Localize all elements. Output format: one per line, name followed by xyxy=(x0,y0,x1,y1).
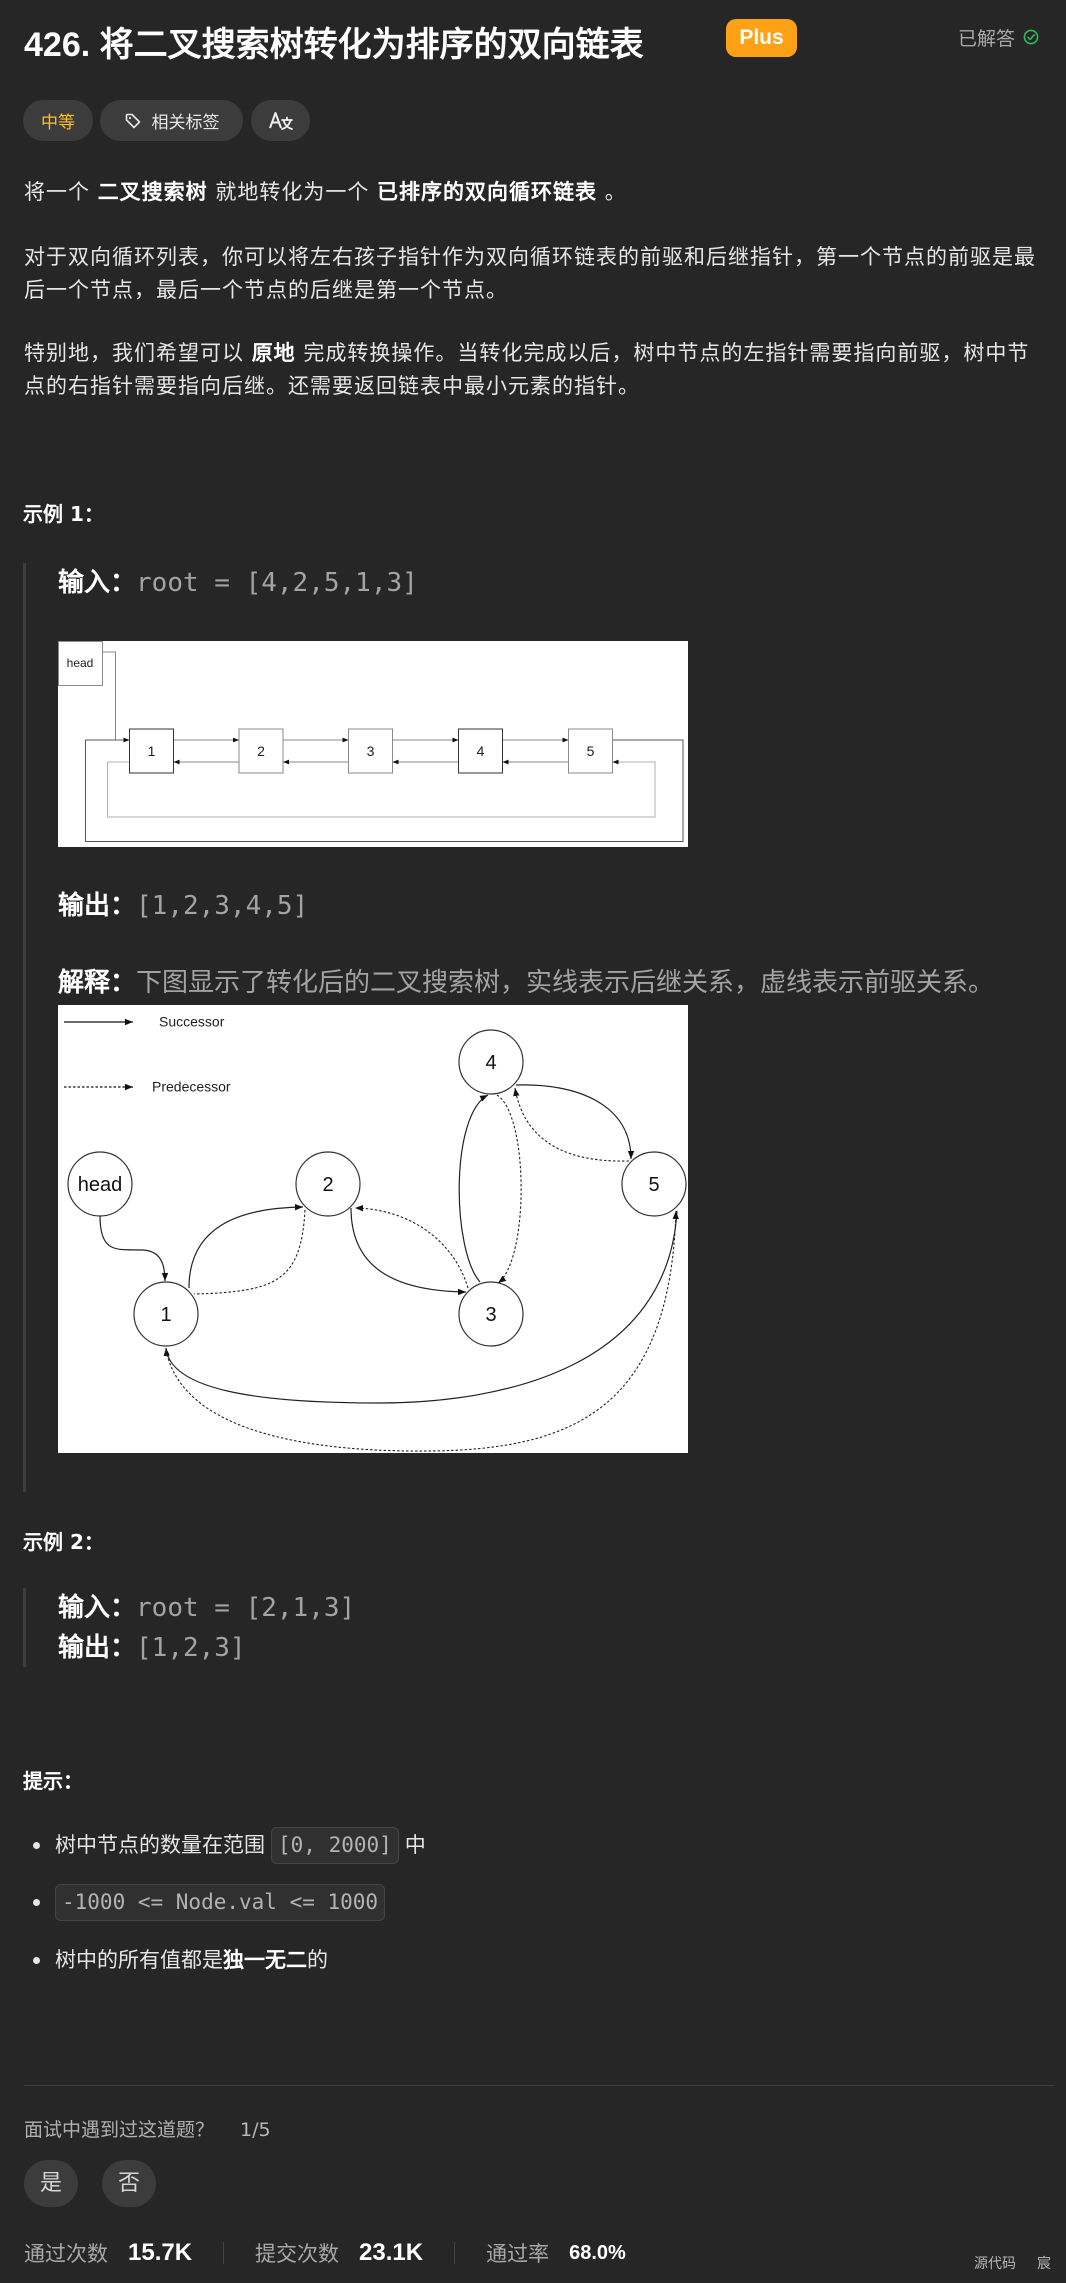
explanation-text: 下图显示了转化后的二叉搜索树，实线表示后继关系，虚线表示前驱关系。 xyxy=(136,968,995,998)
bullet xyxy=(33,1898,40,1906)
translate-icon xyxy=(268,110,294,132)
problem-number: 426. xyxy=(24,26,100,64)
no-button[interactable]: 否 xyxy=(102,2160,156,2207)
text-segment: 将一个 xyxy=(24,180,98,204)
example-1-input: 输入：root = [4,2,5,1,3] xyxy=(58,563,418,603)
list-node-label: 2 xyxy=(257,743,265,759)
list-node-label: 1 xyxy=(148,743,156,759)
constraint-item: -1000 <= Node.val <= 1000 xyxy=(24,1882,386,1922)
constraint-text: 树中节点的数量在范围 xyxy=(55,1833,265,1857)
list-node-label: 4 xyxy=(477,743,485,759)
figure-background xyxy=(58,1005,688,1453)
tree-node-label: head xyxy=(78,1174,123,1196)
head-label: head xyxy=(67,656,94,670)
example-1-explanation: 解释：下图显示了转化后的二叉搜索树，实线表示后继关系，虚线表示前驱关系。 xyxy=(58,963,994,1003)
example-1-quote-border xyxy=(23,563,26,1492)
footer-extra-text: 宸 xyxy=(1037,2256,1051,2272)
constraint-code: [0, 2000] xyxy=(271,1826,399,1864)
problem-title-text: 将二叉搜索树转化为排序的双向链表 xyxy=(99,26,644,64)
text-segment: 。 xyxy=(597,180,627,204)
list-node-label: 3 xyxy=(367,743,375,759)
tree-node-label: 1 xyxy=(160,1304,171,1326)
input-label: 输入： xyxy=(58,1593,137,1623)
bst-pointer-figure: Successor Predecessor head 1 2 3 4 5 xyxy=(58,1005,688,1453)
description-paragraph-1: 将一个 二叉搜索树 就地转化为一个 已排序的双向循环链表 。 xyxy=(24,176,1046,209)
description-paragraph-3: 特别地，我们希望可以 原地 完成转换操作。当转化完成以后，树中节点的左指针需要指… xyxy=(24,337,1046,402)
output-label: 输出： xyxy=(58,1633,137,1663)
example-2-input: 输入：root = [2,1,3] xyxy=(58,1588,355,1628)
legend-successor-label: Successor xyxy=(159,1014,225,1030)
yes-button[interactable]: 是 xyxy=(24,2160,78,2207)
constraint-text: 树中的所有值都是 xyxy=(55,1948,223,1972)
bold-term-in-place: 原地 xyxy=(251,341,296,365)
solved-status: 已解答 xyxy=(958,24,1039,50)
constraint-code: -1000 <= Node.val <= 1000 xyxy=(55,1883,386,1921)
bold-term-sorted-list: 已排序的双向循环链表 xyxy=(377,180,598,204)
stats-bar: 通过次数 15.7K 提交次数 23.1K 通过率 68.0% xyxy=(24,2238,626,2268)
tree-node-label: 3 xyxy=(485,1304,496,1326)
accepted-label: 通过次数 xyxy=(24,2242,108,2266)
interview-question: 面试中遇到过这道题？ 1/5 xyxy=(24,2116,271,2144)
solved-status-label: 已解答 xyxy=(958,27,1016,50)
translate-button[interactable] xyxy=(251,100,310,141)
text-segment: 特别地，我们希望可以 xyxy=(24,341,252,365)
input-value: root = [2,1,3] xyxy=(136,1593,356,1623)
constraints-heading: 提示： xyxy=(23,1769,83,1793)
divider xyxy=(24,2085,1054,2086)
bullet xyxy=(33,1956,40,1964)
output-value: [1,2,3] xyxy=(136,1633,246,1663)
related-tags-button[interactable]: 相关标签 xyxy=(100,100,243,141)
bold-term-bst: 二叉搜索树 xyxy=(97,180,208,204)
acceptance-rate-value: 68.0% xyxy=(569,2241,626,2264)
text-segment: 对于双向循环列表，你可以将左右孩子指针作为双向循环链表的前驱和后继指针，第一个节… xyxy=(24,245,1036,302)
source-code-link[interactable]: 源代码 xyxy=(974,2255,1016,2273)
legend-predecessor-label: Predecessor xyxy=(152,1079,231,1095)
output-label: 输出： xyxy=(58,891,137,921)
submissions-value: 23.1K xyxy=(359,2239,424,2266)
example-1-heading: 示例 1： xyxy=(23,502,104,526)
tag-icon xyxy=(124,112,142,130)
difficulty-badge: 中等 xyxy=(23,100,93,141)
accepted-value: 15.7K xyxy=(128,2239,193,2266)
interview-count: 1/5 xyxy=(240,2119,271,2141)
example-2-heading: 示例 2： xyxy=(23,1530,104,1554)
input-label: 输入： xyxy=(58,568,137,598)
example-2-output: 输出：[1,2,3] xyxy=(58,1628,246,1668)
output-value: [1,2,3,4,5] xyxy=(136,891,309,921)
acceptance-rate-label: 通过率 xyxy=(486,2242,550,2266)
constraint-item: 树中的所有值都是 独一无二 的 xyxy=(24,1940,328,1980)
example-2-quote-border xyxy=(23,1588,26,1667)
input-value: root = [4,2,5,1,3] xyxy=(136,568,418,598)
stat-separator xyxy=(454,2242,456,2264)
stat-separator xyxy=(223,2242,225,2264)
linked-list-figure: head 1 2 3 4 5 xyxy=(58,641,688,847)
tree-node-label: 2 xyxy=(322,1174,333,1196)
plus-badge[interactable]: Plus xyxy=(726,19,797,57)
description-paragraph-2: 对于双向循环列表，你可以将左右孩子指针作为双向循环链表的前驱和后继指针，第一个节… xyxy=(24,241,1046,306)
related-tags-label: 相关标签 xyxy=(151,113,220,133)
example-1-output: 输出：[1,2,3,4,5] xyxy=(58,886,308,926)
submissions-label: 提交次数 xyxy=(255,2242,340,2266)
text-segment: 就地转化为一个 xyxy=(207,180,378,204)
check-circle-icon xyxy=(1023,29,1039,45)
problem-page: 426. 将二叉搜索树转化为排序的双向链表 Plus 已解答 中等 相关标签 将… xyxy=(0,0,1066,2283)
constraint-text: 的 xyxy=(307,1948,328,1972)
constraint-bold: 独一无二 xyxy=(223,1948,307,1972)
explanation-label: 解释： xyxy=(58,968,137,998)
constraint-text: 中 xyxy=(404,1833,426,1857)
tree-node-label: 4 xyxy=(485,1052,496,1074)
tree-node-label: 5 xyxy=(648,1174,659,1196)
list-node-label: 5 xyxy=(587,743,595,759)
problem-title: 426. 将二叉搜索树转化为排序的双向链表 xyxy=(24,22,644,68)
constraint-item: 树中节点的数量在范围 [0, 2000] 中 xyxy=(24,1825,426,1865)
bullet xyxy=(33,1841,40,1849)
interview-question-text: 面试中遇到过这道题？ xyxy=(24,2119,215,2141)
